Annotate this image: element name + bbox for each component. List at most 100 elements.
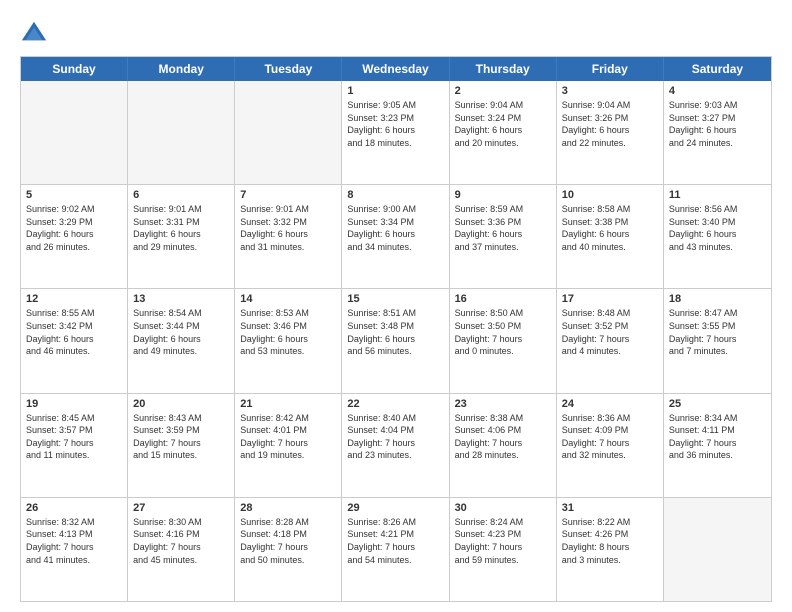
cell-text: Sunrise: 8:54 AM Sunset: 3:44 PM Dayligh… [133, 307, 229, 357]
cal-header-sunday: Sunday [21, 57, 128, 81]
cal-cell [235, 81, 342, 184]
cal-header-tuesday: Tuesday [235, 57, 342, 81]
day-number: 15 [347, 293, 443, 305]
cal-cell: 7 Sunrise: 9:01 AM Sunset: 3:32 PM Daylig… [235, 185, 342, 288]
day-number: 21 [240, 398, 336, 410]
cal-cell: 12 Sunrise: 8:55 AM Sunset: 3:42 PM Dayli… [21, 289, 128, 392]
cal-cell: 5Sunrise: 9:02 AM Sunset: 3:29 PM Daylig… [21, 185, 128, 288]
day-number: 7 [240, 189, 336, 201]
cal-cell: 14 Sunrise: 8:53 AM Sunset: 3:46 PM Dayli… [235, 289, 342, 392]
cell-text: Sunrise: 8:47 AM Sunset: 3:55 PM Dayligh… [669, 307, 766, 357]
cell-text: Sunrise: 9:01 AM Sunset: 3:31 PM Dayligh… [133, 203, 229, 253]
day-number: 2 [455, 85, 551, 97]
day-number: 5 [26, 189, 122, 201]
day-number: 24 [562, 398, 658, 410]
cal-cell: 20Sunrise: 8:43 AM Sunset: 3:59 PM Dayli… [128, 394, 235, 497]
cell-text: Sunrise: 8:45 AM Sunset: 3:57 PM Dayligh… [26, 412, 122, 462]
cal-cell: 9 Sunrise: 8:59 AM Sunset: 3:36 PM Daylig… [450, 185, 557, 288]
cell-text: Sunrise: 9:03 AM Sunset: 3:27 PM Dayligh… [669, 99, 766, 149]
cell-text: Sunrise: 9:01 AM Sunset: 3:32 PM Dayligh… [240, 203, 336, 253]
cell-text: Sunrise: 8:53 AM Sunset: 3:46 PM Dayligh… [240, 307, 336, 357]
day-number: 27 [133, 502, 229, 514]
cal-cell: 19Sunrise: 8:45 AM Sunset: 3:57 PM Dayli… [21, 394, 128, 497]
day-number: 30 [455, 502, 551, 514]
cell-text: Sunrise: 8:43 AM Sunset: 3:59 PM Dayligh… [133, 412, 229, 462]
cal-cell: 8Sunrise: 9:00 AM Sunset: 3:34 PM Daylig… [342, 185, 449, 288]
cell-text: Sunrise: 8:36 AM Sunset: 4:09 PM Dayligh… [562, 412, 658, 462]
day-number: 31 [562, 502, 658, 514]
cal-row-0: 1 Sunrise: 9:05 AM Sunset: 3:23 PM Daylig… [21, 81, 771, 184]
cal-cell: 6 Sunrise: 9:01 AM Sunset: 3:31 PM Daylig… [128, 185, 235, 288]
cal-header-thursday: Thursday [450, 57, 557, 81]
cal-cell: 21Sunrise: 8:42 AM Sunset: 4:01 PM Dayli… [235, 394, 342, 497]
cal-cell: 3 Sunrise: 9:04 AM Sunset: 3:26 PM Daylig… [557, 81, 664, 184]
calendar: SundayMondayTuesdayWednesdayThursdayFrid… [20, 56, 772, 602]
cal-cell: 11 Sunrise: 8:56 AM Sunset: 3:40 PM Dayli… [664, 185, 771, 288]
cell-text: Sunrise: 8:24 AM Sunset: 4:23 PM Dayligh… [455, 516, 551, 566]
cal-header-monday: Monday [128, 57, 235, 81]
day-number: 28 [240, 502, 336, 514]
cal-cell: 23 Sunrise: 8:38 AM Sunset: 4:06 PM Dayli… [450, 394, 557, 497]
cal-cell: 15 Sunrise: 8:51 AM Sunset: 3:48 PM Dayli… [342, 289, 449, 392]
cell-text: Sunrise: 8:30 AM Sunset: 4:16 PM Dayligh… [133, 516, 229, 566]
cal-cell: 2 Sunrise: 9:04 AM Sunset: 3:24 PM Daylig… [450, 81, 557, 184]
cell-text: Sunrise: 9:04 AM Sunset: 3:26 PM Dayligh… [562, 99, 658, 149]
cal-cell: 30 Sunrise: 8:24 AM Sunset: 4:23 PM Dayli… [450, 498, 557, 601]
cell-text: Sunrise: 8:58 AM Sunset: 3:38 PM Dayligh… [562, 203, 658, 253]
cell-text: Sunrise: 9:04 AM Sunset: 3:24 PM Dayligh… [455, 99, 551, 149]
cal-cell: 28 Sunrise: 8:28 AM Sunset: 4:18 PM Dayli… [235, 498, 342, 601]
cal-cell: 22 Sunrise: 8:40 AM Sunset: 4:04 PM Dayli… [342, 394, 449, 497]
cal-cell: 31Sunrise: 8:22 AM Sunset: 4:26 PM Dayli… [557, 498, 664, 601]
day-number: 9 [455, 189, 551, 201]
cal-cell [128, 81, 235, 184]
day-number: 25 [669, 398, 766, 410]
cal-row-4: 26 Sunrise: 8:32 AM Sunset: 4:13 PM Dayli… [21, 497, 771, 601]
day-number: 13 [133, 293, 229, 305]
cal-cell: 10 Sunrise: 8:58 AM Sunset: 3:38 PM Dayli… [557, 185, 664, 288]
day-number: 4 [669, 85, 766, 97]
cal-cell: 18 Sunrise: 8:47 AM Sunset: 3:55 PM Dayli… [664, 289, 771, 392]
day-number: 12 [26, 293, 122, 305]
logo-icon [20, 18, 48, 46]
cal-row-2: 12 Sunrise: 8:55 AM Sunset: 3:42 PM Dayli… [21, 288, 771, 392]
cell-text: Sunrise: 8:40 AM Sunset: 4:04 PM Dayligh… [347, 412, 443, 462]
day-number: 23 [455, 398, 551, 410]
cal-cell: 25Sunrise: 8:34 AM Sunset: 4:11 PM Dayli… [664, 394, 771, 497]
cal-cell [21, 81, 128, 184]
day-number: 10 [562, 189, 658, 201]
cell-text: Sunrise: 8:56 AM Sunset: 3:40 PM Dayligh… [669, 203, 766, 253]
cell-text: Sunrise: 8:48 AM Sunset: 3:52 PM Dayligh… [562, 307, 658, 357]
cell-text: Sunrise: 8:28 AM Sunset: 4:18 PM Dayligh… [240, 516, 336, 566]
cal-cell: 27 Sunrise: 8:30 AM Sunset: 4:16 PM Dayli… [128, 498, 235, 601]
day-number: 14 [240, 293, 336, 305]
cal-header-saturday: Saturday [664, 57, 771, 81]
cal-cell: 24 Sunrise: 8:36 AM Sunset: 4:09 PM Dayli… [557, 394, 664, 497]
cell-text: Sunrise: 8:59 AM Sunset: 3:36 PM Dayligh… [455, 203, 551, 253]
cal-header-friday: Friday [557, 57, 664, 81]
logo [20, 18, 52, 46]
cell-text: Sunrise: 8:50 AM Sunset: 3:50 PM Dayligh… [455, 307, 551, 357]
calendar-body: 1 Sunrise: 9:05 AM Sunset: 3:23 PM Daylig… [21, 81, 771, 601]
cal-row-3: 19Sunrise: 8:45 AM Sunset: 3:57 PM Dayli… [21, 393, 771, 497]
day-number: 16 [455, 293, 551, 305]
cal-cell [664, 498, 771, 601]
day-number: 3 [562, 85, 658, 97]
cell-text: Sunrise: 8:55 AM Sunset: 3:42 PM Dayligh… [26, 307, 122, 357]
day-number: 18 [669, 293, 766, 305]
cal-cell: 26 Sunrise: 8:32 AM Sunset: 4:13 PM Dayli… [21, 498, 128, 601]
cell-text: Sunrise: 8:32 AM Sunset: 4:13 PM Dayligh… [26, 516, 122, 566]
day-number: 6 [133, 189, 229, 201]
cell-text: Sunrise: 8:26 AM Sunset: 4:21 PM Dayligh… [347, 516, 443, 566]
page: SundayMondayTuesdayWednesdayThursdayFrid… [0, 0, 792, 612]
day-number: 29 [347, 502, 443, 514]
day-number: 11 [669, 189, 766, 201]
cell-text: Sunrise: 8:38 AM Sunset: 4:06 PM Dayligh… [455, 412, 551, 462]
day-number: 26 [26, 502, 122, 514]
cell-text: Sunrise: 8:51 AM Sunset: 3:48 PM Dayligh… [347, 307, 443, 357]
cal-cell: 13 Sunrise: 8:54 AM Sunset: 3:44 PM Dayli… [128, 289, 235, 392]
day-number: 1 [347, 85, 443, 97]
cell-text: Sunrise: 9:05 AM Sunset: 3:23 PM Dayligh… [347, 99, 443, 149]
day-number: 22 [347, 398, 443, 410]
cal-cell: 16 Sunrise: 8:50 AM Sunset: 3:50 PM Dayli… [450, 289, 557, 392]
day-number: 8 [347, 189, 443, 201]
